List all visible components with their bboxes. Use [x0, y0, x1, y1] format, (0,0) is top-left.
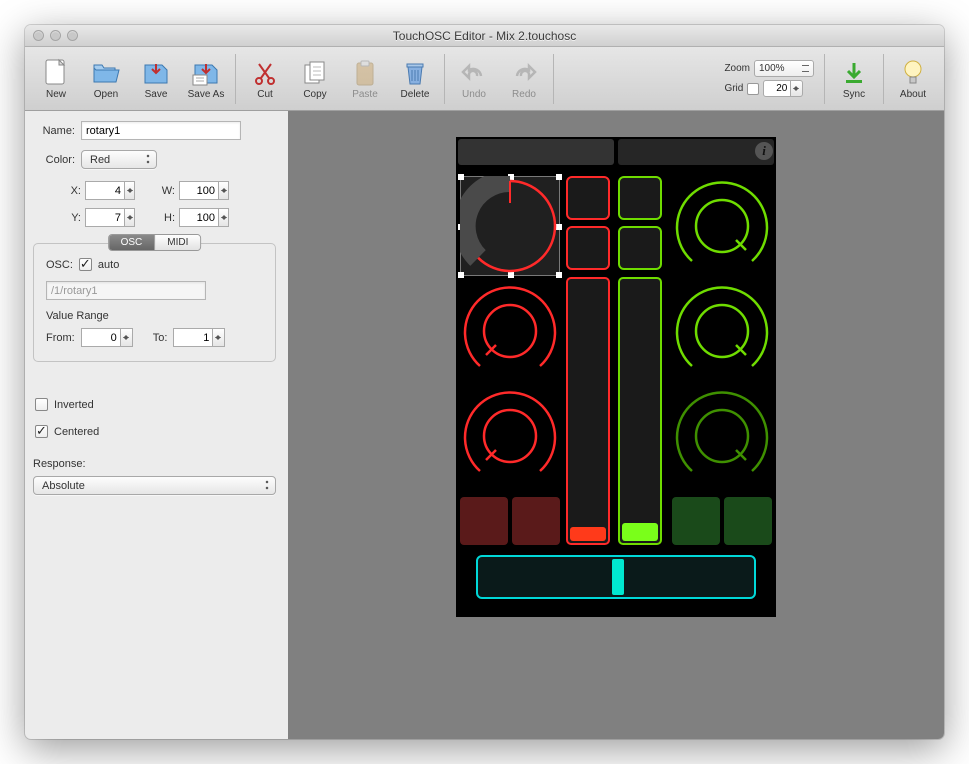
lightbulb-icon: [898, 58, 928, 88]
button-control[interactable]: [566, 176, 610, 220]
paste-button: Paste: [340, 51, 390, 107]
rotary-control[interactable]: [460, 386, 560, 486]
y-input[interactable]: [85, 208, 125, 227]
inverted-label: Inverted: [54, 399, 94, 411]
window-title: TouchOSC Editor - Mix 2.touchosc: [25, 29, 944, 43]
w-input[interactable]: [179, 181, 219, 200]
rotary-control[interactable]: [460, 176, 560, 276]
fader-control[interactable]: [566, 277, 610, 545]
osc-panel: OSC MIDI OSC: auto Value Range From: To:: [33, 243, 276, 362]
osc-auto-label: auto: [98, 259, 119, 271]
copy-button[interactable]: Copy: [290, 51, 340, 107]
app-window: TouchOSC Editor - Mix 2.touchosc New Ope…: [25, 25, 944, 739]
stepper-arrows-icon[interactable]: [125, 208, 135, 227]
toolbar: New Open Save Save As: [25, 47, 944, 111]
redo-button: Redo: [499, 51, 549, 107]
open-button[interactable]: Open: [81, 51, 131, 107]
button-control[interactable]: [672, 497, 720, 545]
undo-icon: [459, 58, 489, 88]
name-input[interactable]: [81, 121, 241, 140]
about-button[interactable]: About: [888, 51, 938, 107]
value-range-label: Value Range: [46, 310, 263, 322]
trash-icon: [400, 58, 430, 88]
osc-midi-tabs[interactable]: OSC MIDI: [108, 234, 202, 251]
page-tab[interactable]: [458, 139, 614, 165]
stepper-arrows-icon[interactable]: [791, 80, 803, 97]
save-button[interactable]: Save: [131, 51, 181, 107]
rotary-control[interactable]: [672, 281, 772, 381]
info-icon[interactable]: i: [755, 142, 773, 160]
y-label: Y:: [61, 212, 81, 224]
grid-label: Grid: [724, 83, 743, 94]
stepper-arrows-icon[interactable]: [213, 328, 225, 347]
fader-control[interactable]: [476, 555, 756, 599]
button-control[interactable]: [618, 226, 662, 270]
open-folder-icon: [91, 58, 121, 88]
page-tab[interactable]: [618, 139, 774, 165]
grid-spinner[interactable]: [763, 80, 803, 97]
undo-button: Undo: [449, 51, 499, 107]
properties-sidebar: Name: Color: Red X: W: Y: H:: [25, 111, 288, 739]
stepper-arrows-icon[interactable]: [125, 181, 135, 200]
color-label: Color:: [33, 154, 75, 166]
x-input[interactable]: [85, 181, 125, 200]
from-label: From:: [46, 332, 75, 344]
to-input[interactable]: [173, 328, 213, 347]
button-control[interactable]: [566, 226, 610, 270]
titlebar: TouchOSC Editor - Mix 2.touchosc: [25, 25, 944, 47]
color-select[interactable]: Red: [81, 150, 157, 169]
w-label: W:: [155, 185, 175, 197]
zoom-select[interactable]: 100%: [754, 60, 814, 77]
cut-button[interactable]: Cut: [240, 51, 290, 107]
canvas-area[interactable]: i: [288, 111, 944, 739]
tab-osc[interactable]: OSC: [109, 235, 155, 250]
new-button[interactable]: New: [31, 51, 81, 107]
osc-auto-checkbox[interactable]: [79, 258, 92, 271]
delete-button[interactable]: Delete: [390, 51, 440, 107]
redo-icon: [509, 58, 539, 88]
fader-control[interactable]: [618, 277, 662, 545]
clipboard-icon: [350, 58, 380, 88]
grid-checkbox[interactable]: [747, 83, 759, 95]
centered-label: Centered: [54, 426, 99, 438]
stepper-arrows-icon[interactable]: [121, 328, 133, 347]
grid-input[interactable]: [763, 80, 791, 97]
rotary-control[interactable]: [672, 386, 772, 486]
scissors-icon: [250, 58, 280, 88]
new-file-icon: [41, 58, 71, 88]
rotary-control[interactable]: [460, 281, 560, 381]
save-icon: [141, 58, 171, 88]
centered-checkbox[interactable]: [35, 425, 48, 438]
zoom-label: Zoom: [724, 63, 750, 74]
x-label: X:: [61, 185, 81, 197]
h-input[interactable]: [179, 208, 219, 227]
response-select[interactable]: Absolute: [33, 476, 276, 495]
response-label: Response:: [33, 458, 276, 470]
sync-button[interactable]: Sync: [829, 51, 879, 107]
osc-label: OSC:: [46, 259, 73, 271]
device-preview[interactable]: i: [456, 137, 776, 617]
button-control[interactable]: [724, 497, 772, 545]
button-control[interactable]: [618, 176, 662, 220]
save-as-icon: [191, 58, 221, 88]
inverted-checkbox[interactable]: [35, 398, 48, 411]
page-tabs[interactable]: i: [456, 137, 776, 167]
osc-path-input[interactable]: [46, 281, 206, 300]
from-input[interactable]: [81, 328, 121, 347]
stepper-arrows-icon[interactable]: [219, 181, 229, 200]
copy-icon: [300, 58, 330, 88]
stepper-arrows-icon[interactable]: [219, 208, 229, 227]
button-control[interactable]: [512, 497, 560, 545]
h-label: H:: [155, 212, 175, 224]
tab-midi[interactable]: MIDI: [154, 235, 200, 250]
sync-icon: [839, 58, 869, 88]
rotary-control[interactable]: [672, 176, 772, 276]
button-control[interactable]: [460, 497, 508, 545]
name-label: Name:: [33, 125, 75, 137]
to-label: To:: [153, 332, 168, 344]
save-as-button[interactable]: Save As: [181, 51, 231, 107]
